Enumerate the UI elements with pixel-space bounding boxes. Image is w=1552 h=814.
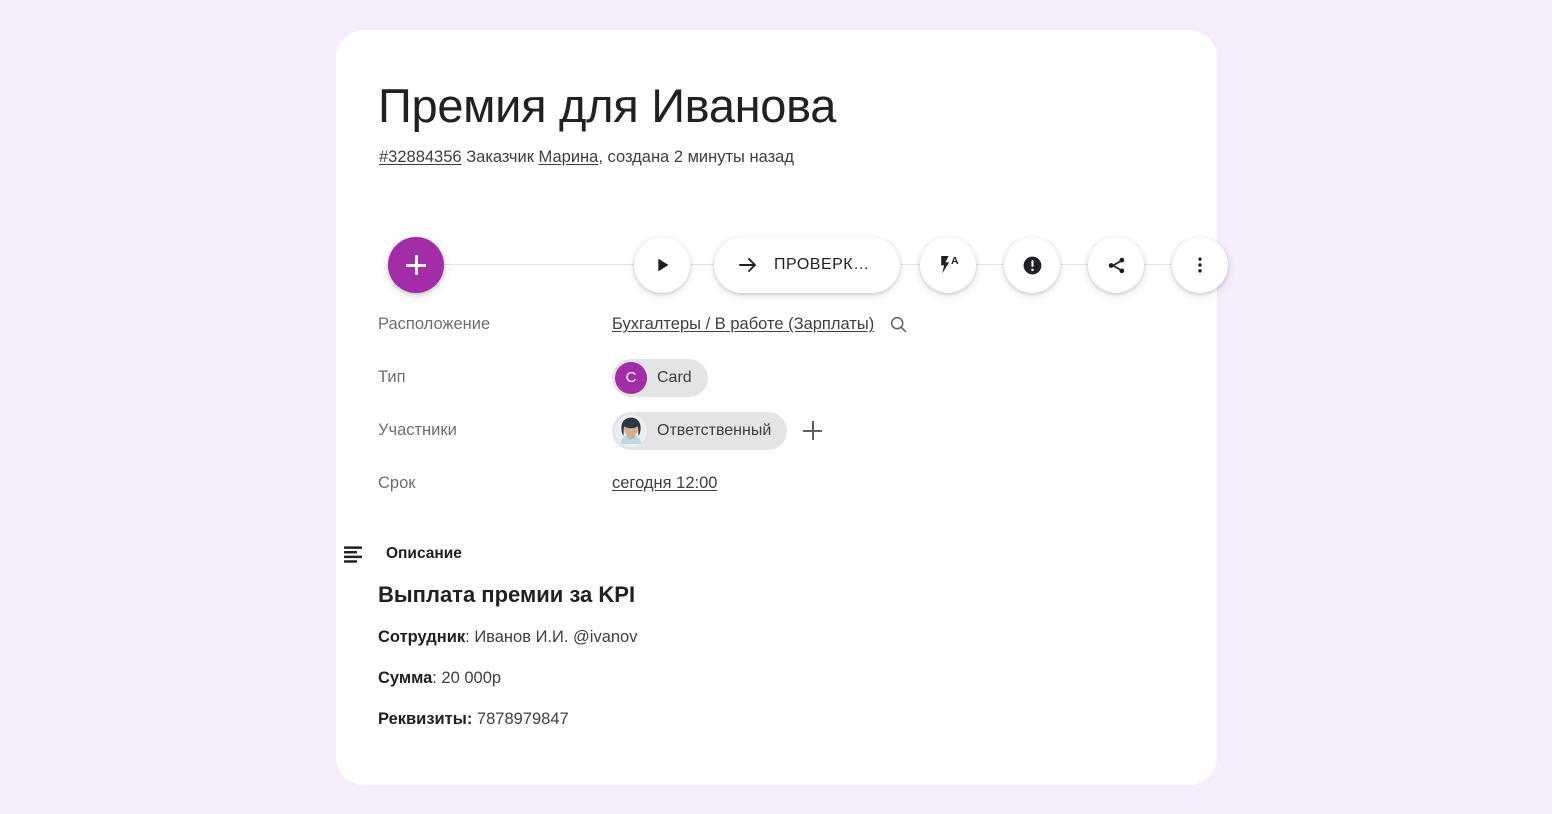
play-icon: [658, 258, 669, 272]
requester-link[interactable]: Марина: [539, 148, 599, 166]
participant-chip-label: Ответственный: [657, 421, 772, 439]
add-participant-icon[interactable]: [803, 421, 823, 440]
type-chip-label: Card: [657, 368, 692, 386]
description-body: Выплата премии за KPI Сотрудник: Иванов …: [378, 582, 1138, 751]
page-title: Премия для Иванова: [378, 79, 837, 132]
description-line-sep: :: [465, 628, 475, 646]
alert-button[interactable]: [1004, 237, 1060, 293]
flash-auto-icon: A: [941, 255, 959, 274]
type-chip[interactable]: C Card: [612, 358, 708, 397]
check-stage-button[interactable]: ПРОВЕРК…: [714, 237, 900, 293]
description-line-value: 20 000р: [441, 669, 502, 687]
exclamation-circle-icon: [1023, 256, 1041, 274]
description-line-value: 7878979847: [476, 710, 569, 728]
check-stage-label: ПРОВЕРК…: [774, 256, 870, 273]
start-button[interactable]: [634, 237, 690, 293]
task-card: Премия для Иванова #32884356 Заказчик Ма…: [336, 30, 1228, 785]
property-row-deadline: Срок сегодня 12:00: [378, 457, 1178, 510]
description-line-label: Сотрудник: [378, 628, 466, 646]
property-label: Срок: [378, 474, 416, 492]
search-icon[interactable]: [888, 314, 909, 335]
requester-label: Заказчик: [466, 148, 534, 166]
property-value: сегодня 12:00: [612, 474, 717, 493]
arrow-right-icon: [739, 258, 756, 272]
property-label: Расположение: [378, 315, 491, 333]
description-line-value: Иванов И.И. @ivanov: [474, 628, 638, 646]
property-row-type: Тип C Card: [378, 351, 1178, 404]
svg-text:A: A: [951, 255, 959, 267]
description-line-label: Реквизиты:: [378, 710, 473, 728]
description-header: Описание: [342, 542, 462, 566]
description-icon: [344, 546, 362, 563]
description-section-label: Описание: [386, 545, 462, 562]
type-badge-icon: C: [615, 361, 647, 394]
description-line: Сумма: 20 000р: [378, 669, 1138, 688]
description-line-label: Сумма: [378, 669, 433, 687]
property-value: C Card: [612, 358, 708, 397]
share-button[interactable]: [1088, 237, 1144, 293]
property-label: Участники: [378, 421, 457, 439]
property-value: Бухгалтеры / В работе (Зарплаты): [612, 314, 909, 335]
card-id-link[interactable]: #32884356: [379, 148, 462, 166]
location-link[interactable]: Бухгалтеры / В работе (Зарплаты): [612, 315, 874, 334]
plus-icon: [406, 255, 426, 275]
property-row-participants: Участники Ответственный: [378, 404, 1178, 457]
avatar: [615, 414, 647, 447]
property-label: Тип: [378, 368, 406, 386]
add-button[interactable]: [388, 237, 444, 293]
properties-list: Расположение Бухгалтеры / В работе (Зарп…: [378, 298, 1178, 510]
card-subtitle: #32884356 Заказчик Марина, создана 2 мин…: [379, 148, 794, 167]
description-line: Сотрудник: Иванов И.И. @ivanov: [378, 628, 1138, 647]
more-options-button[interactable]: [1172, 237, 1228, 293]
action-toolbar: ПРОВЕРК… A: [362, 205, 1228, 295]
share-icon: [1108, 257, 1124, 273]
description-heading: Выплата премии за KPI: [378, 582, 636, 607]
description-line: Реквизиты: 7878979847: [378, 710, 1138, 729]
more-vertical-icon: [1198, 257, 1202, 273]
property-row-location: Расположение Бухгалтеры / В работе (Зарп…: [378, 298, 1178, 351]
deadline-link[interactable]: сегодня 12:00: [612, 474, 717, 493]
participant-chip[interactable]: Ответственный: [612, 411, 788, 450]
flash-auto-button[interactable]: A: [920, 237, 976, 293]
property-value: Ответственный: [612, 411, 823, 450]
created-text: , создана 2 минуты назад: [598, 148, 794, 166]
